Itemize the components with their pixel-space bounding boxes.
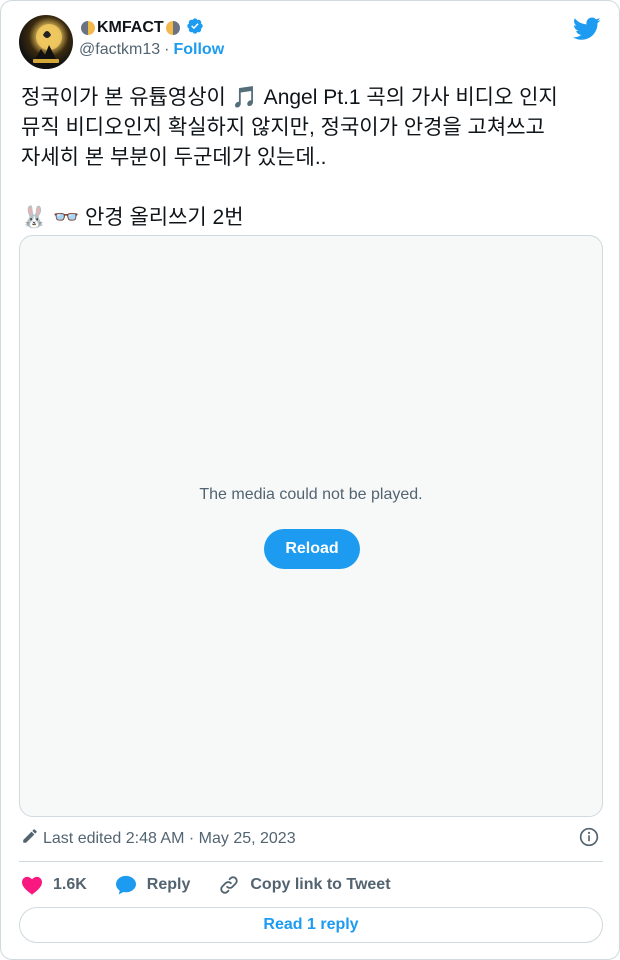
moon-icon <box>165 21 180 35</box>
tweet-text: 정국이가 본 유튭영상이 🎵 Angel Pt.1 곡의 가사 비디오 인지 뮤… <box>21 86 558 229</box>
author-name-row[interactable]: KMFACT <box>79 17 204 39</box>
twitter-bird-icon[interactable] <box>572 17 601 46</box>
reply-label: Reply <box>146 876 191 893</box>
media-error-message: The media could not be played. <box>199 486 423 503</box>
read-reply-button[interactable]: Read 1 reply <box>19 907 603 943</box>
follow-button[interactable]: Follow <box>173 41 224 59</box>
moon-icon <box>81 21 95 35</box>
media-player[interactable]: The media could not be played. Reload <box>19 235 603 817</box>
like-button[interactable]: 1.6K <box>21 875 87 895</box>
copy-link-label: Copy link to Tweet <box>250 876 391 893</box>
heart-icon <box>22 876 42 895</box>
like-count: 1.6K <box>53 876 87 893</box>
author-handle-row: @factkm13 · Follow <box>79 41 224 59</box>
edited-info[interactable]: Last edited 2:48 AM · May 25, 2023 <box>21 827 296 850</box>
tweet-card: KMFACT @factkm13 · Follow 정국이가 본 유튭영상이 🎵… <box>0 0 620 960</box>
link-icon <box>220 876 239 894</box>
edited-timestamp[interactable]: Last edited 2:48 AM · May 25, 2023 <box>43 830 296 848</box>
author-display-name[interactable]: KMFACT <box>97 19 164 37</box>
author-handle[interactable]: @factkm13 <box>79 41 160 59</box>
reply-bubble-icon <box>115 875 136 895</box>
reply-button[interactable]: Reply <box>115 875 191 895</box>
verified-badge-icon <box>186 17 204 40</box>
divider <box>19 861 603 862</box>
separator-dot: · <box>164 41 170 58</box>
copy-link-button[interactable]: Copy link to Tweet <box>218 874 391 896</box>
reload-button[interactable]: Reload <box>264 529 360 569</box>
action-bar: 1.6K Reply Copy link to Tweet <box>21 873 419 897</box>
avatar[interactable] <box>19 15 73 69</box>
info-icon[interactable] <box>579 827 599 852</box>
pencil-icon <box>21 827 39 850</box>
